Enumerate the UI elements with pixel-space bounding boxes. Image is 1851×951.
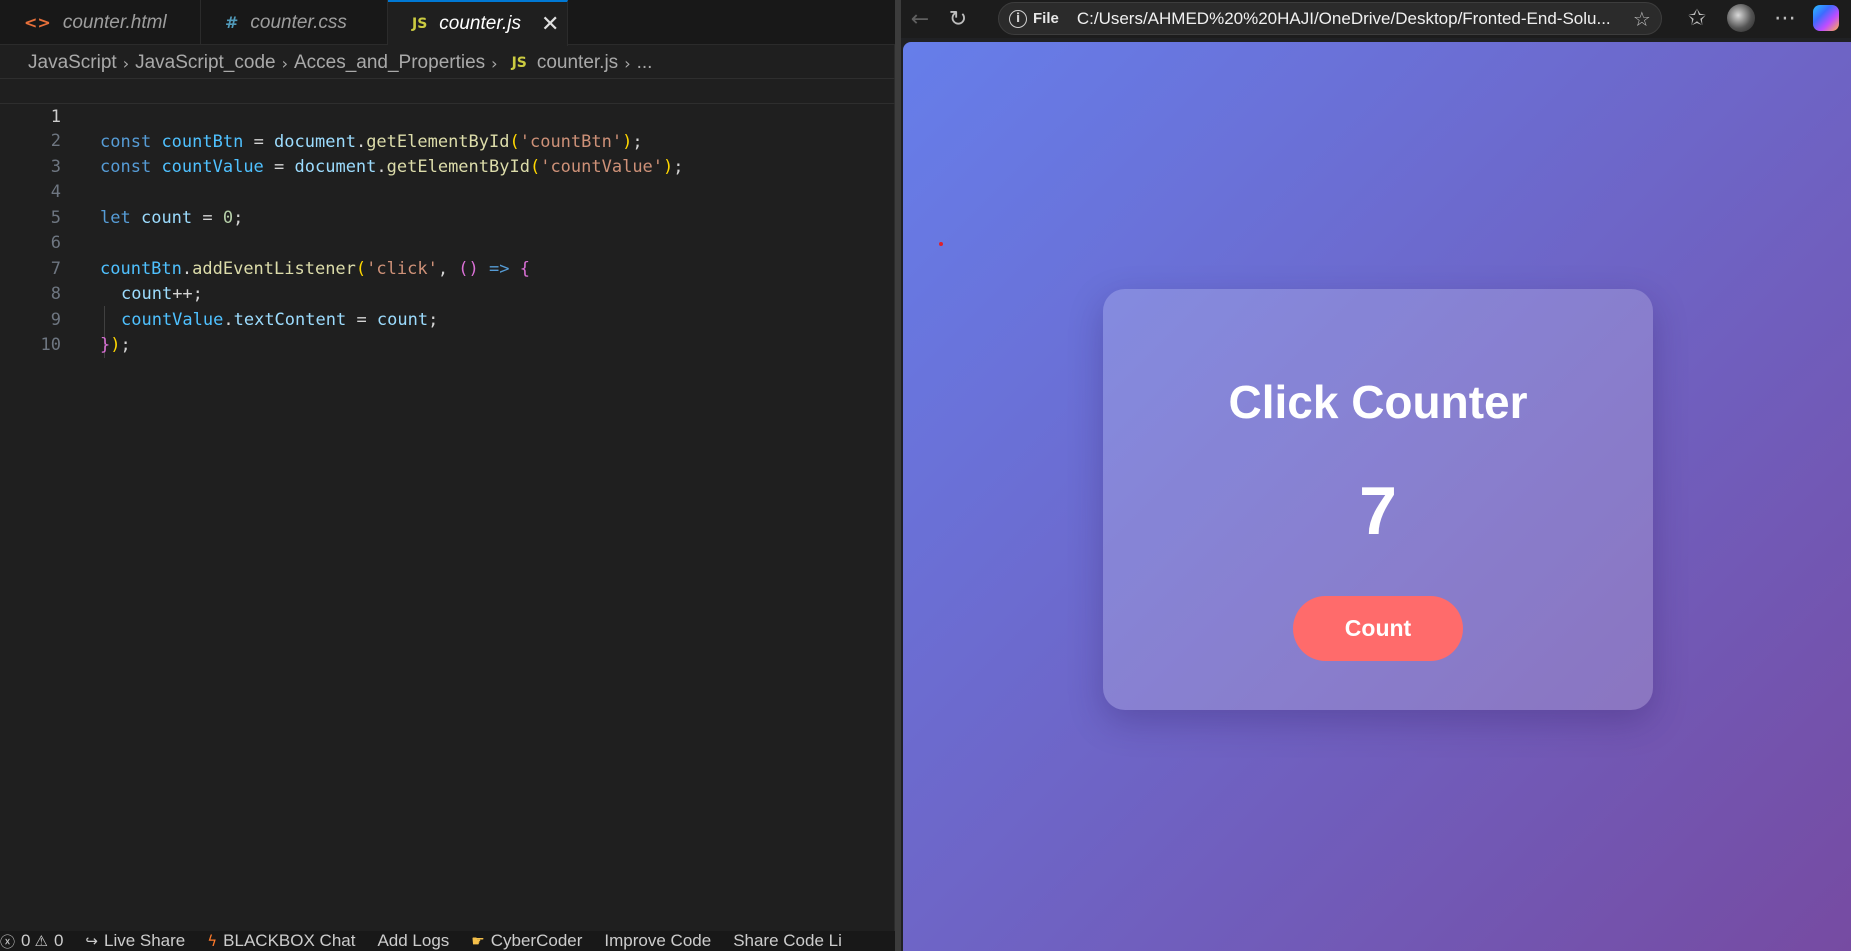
breadcrumb-item[interactable]: Acces_and_Properties — [294, 52, 485, 74]
pointing-hand-icon: ☛ — [471, 932, 485, 950]
code-line[interactable]: 5 — [0, 180, 895, 228]
tab-counter-html[interactable]: <> counter.html — [0, 0, 201, 45]
bolt-icon: ϟ — [207, 932, 218, 950]
code-line[interactable]: 1 const countBtn = document.getElementBy… — [0, 78, 895, 152]
breadcrumb: JavaScript › JavaScript_code › Acces_and… — [28, 50, 652, 76]
chevron-right-icon: › — [624, 53, 631, 73]
chevron-right-icon: › — [491, 53, 498, 73]
add-logs-button[interactable]: Add Logs — [377, 931, 449, 951]
code-editor: <> counter.html # counter.css JS counter… — [0, 0, 895, 951]
live-share-icon: ↪ — [85, 932, 98, 950]
cybercoder-button[interactable]: ☛ CyberCoder — [471, 931, 582, 951]
code-line[interactable]: 8 countValue.textContent = count; — [0, 257, 895, 330]
code-line[interactable]: 9 }); — [0, 282, 895, 356]
copilot-icon[interactable] — [1813, 5, 1839, 31]
editor-tab-bar: <> counter.html # counter.css JS counter… — [0, 0, 895, 46]
breadcrumb-item[interactable]: counter.js — [537, 52, 618, 74]
cybercoder-label: CyberCoder — [490, 931, 583, 950]
tab-counter-js[interactable]: JS counter.js ✕ — [388, 0, 568, 46]
live-share-button[interactable]: ↪ Live Share — [85, 931, 185, 951]
tab-label: counter.js — [439, 13, 521, 34]
breadcrumb-item[interactable]: JavaScript — [28, 52, 117, 74]
code-area[interactable]: 1 const countBtn = document.getElementBy… — [0, 78, 895, 358]
code-line[interactable]: 2 const countValue = document.getElement… — [0, 104, 895, 177]
improve-code-label: Improve Code — [604, 931, 712, 950]
code-line[interactable]: 6 countBtn.addEventListener('click', () … — [0, 206, 895, 279]
js-file-icon: JS — [511, 55, 527, 71]
blackbox-label: BLACKBOX Chat — [223, 931, 356, 950]
tab-label: counter.css — [250, 11, 347, 33]
tab-label: counter.html — [62, 11, 167, 33]
count-value: 7 — [1359, 473, 1397, 549]
address-bar[interactable]: i File C:/Users/AHMED%20%20HAJI/OneDrive… — [998, 2, 1662, 35]
js-file-icon: JS — [412, 16, 428, 32]
error-count: 0 — [21, 931, 31, 950]
add-logs-label: Add Logs — [377, 931, 450, 950]
star-icon[interactable]: ☆ — [1633, 7, 1651, 31]
close-icon[interactable]: ✕ — [541, 12, 559, 37]
share-code-label: Share Code Li — [733, 931, 842, 950]
blackbox-chat-button[interactable]: ϟ BLACKBOX Chat — [207, 931, 355, 951]
avatar[interactable] — [1727, 4, 1755, 32]
share-code-button[interactable]: Share Code Li — [733, 931, 842, 951]
count-button[interactable]: Count — [1293, 596, 1463, 661]
favorites-icon[interactable]: ✩ — [1675, 6, 1719, 31]
code-text: }); — [100, 335, 131, 355]
improve-code-button[interactable]: Improve Code — [604, 931, 711, 951]
status-bar: ⓧ 0 ⚠ 0 ↪ Live Share ϟ BLACKBOX Chat Add… — [0, 931, 895, 951]
file-scheme-label: File — [1033, 10, 1059, 27]
pane-splitter[interactable] — [895, 0, 901, 951]
breadcrumb-item[interactable]: JavaScript_code — [135, 52, 275, 74]
css-file-icon: # — [225, 13, 239, 32]
error-icon: ⓧ — [0, 932, 16, 951]
breadcrumb-item[interactable]: ... — [637, 52, 653, 74]
chevron-right-icon: › — [281, 53, 288, 73]
warning-icon: ⚠ — [34, 932, 48, 950]
line-number: 10 — [40, 335, 61, 355]
warning-count: 0 — [53, 931, 64, 950]
url-text[interactable]: C:/Users/AHMED%20%20HAJI/OneDrive/Deskto… — [1077, 9, 1617, 29]
chevron-right-icon: › — [122, 53, 130, 73]
live-share-label: Live Share — [103, 931, 186, 950]
problems-indicator[interactable]: ⓧ 0 ⚠ 0 — [0, 931, 63, 951]
more-options-icon[interactable]: ⋯ — [1763, 6, 1807, 31]
back-arrow-icon[interactable]: ← — [901, 7, 939, 32]
code-line[interactable]: 4 let count = 0; — [0, 155, 895, 228]
page-title: Click Counter — [1228, 376, 1528, 428]
code-line[interactable]: 10 — [0, 308, 895, 355]
info-icon[interactable]: i — [1009, 9, 1027, 28]
page-viewport: Click Counter 7 Count — [903, 42, 1851, 951]
counter-card: Click Counter 7 Count — [1103, 289, 1653, 710]
refresh-icon[interactable]: ↻ — [939, 7, 977, 32]
code-line[interactable]: 3 — [0, 129, 895, 177]
html-file-icon: <> — [24, 13, 51, 32]
cursor-dot — [939, 242, 943, 246]
tab-counter-css[interactable]: # counter.css — [201, 0, 388, 45]
code-line[interactable]: 7 count++; — [0, 231, 895, 305]
browser-toolbar-right: ✩ ⋯ — [1675, 0, 1839, 36]
